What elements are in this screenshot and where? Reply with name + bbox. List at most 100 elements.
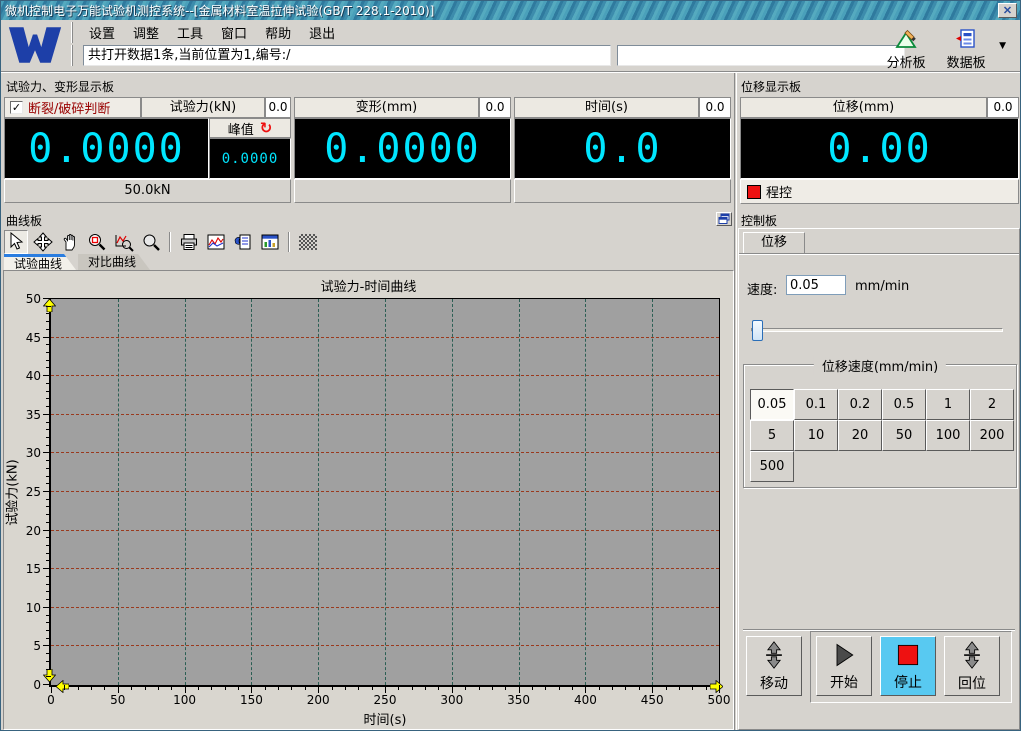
- program-control-indicator: [747, 185, 761, 199]
- v-gridline: [118, 299, 119, 685]
- x-minor-tick: [545, 685, 546, 690]
- menu-item-0[interactable]: 设置: [81, 21, 123, 44]
- speed-option-200[interactable]: 200: [970, 420, 1014, 451]
- fracture-checkbox[interactable]: ✓: [10, 101, 23, 114]
- start-button[interactable]: 开始: [816, 636, 872, 696]
- speed-option-500[interactable]: 500: [750, 451, 794, 482]
- x-axis-label: 时间(s): [51, 709, 719, 728]
- y-minor-tick: [46, 661, 51, 662]
- zoom-curve-icon[interactable]: [112, 230, 136, 254]
- fracture-check-row[interactable]: ✓ 断裂/破碎判断: [4, 97, 141, 118]
- x-minor-tick: [692, 685, 693, 690]
- v-gridline: [452, 299, 453, 685]
- y-minor-tick: [46, 514, 51, 515]
- curve-style-icon[interactable]: [204, 230, 228, 254]
- y-minor-tick: [46, 391, 51, 392]
- x-minor-tick: [599, 685, 600, 690]
- menu-item-2[interactable]: 工具: [169, 21, 211, 44]
- speed-option-10[interactable]: 10: [794, 420, 838, 451]
- speed-slider-handle[interactable]: [752, 320, 763, 341]
- displacement-aux-value: 0.0: [987, 97, 1019, 118]
- x-tick: [51, 685, 52, 693]
- x-tick-label: 200: [307, 694, 330, 706]
- peak-refresh-icon[interactable]: ↻: [260, 121, 273, 135]
- curve-restore-button[interactable]: [716, 212, 732, 226]
- x-tick: [452, 685, 453, 693]
- speed-option-0.5[interactable]: 0.5: [882, 389, 926, 420]
- x-tick: [585, 685, 586, 693]
- speed-option-50[interactable]: 50: [882, 420, 926, 451]
- speed-option-0.05[interactable]: 0.05: [750, 389, 794, 420]
- x-tick-label: 350: [507, 694, 530, 706]
- x-minor-tick: [91, 685, 92, 690]
- x-minor-tick: [625, 685, 626, 690]
- stop-button-label: 停止: [894, 672, 922, 692]
- speed-option-0.2[interactable]: 0.2: [838, 389, 882, 420]
- menu-item-4[interactable]: 帮助: [257, 21, 299, 44]
- peak-bar: 峰值 ↻: [209, 118, 291, 138]
- mode-bar: 程控: [740, 179, 1019, 204]
- chart-area: 试验力-时间曲线 试验力(kN) 时间(s) 05101520253035404…: [3, 270, 734, 730]
- time-display: 0.0: [514, 118, 731, 179]
- analysis-board-button[interactable]: 分析板: [879, 27, 933, 71]
- speed-option-1[interactable]: 1: [926, 389, 970, 420]
- y-minor-tick: [46, 367, 51, 368]
- curve-tab-1[interactable]: 对比曲线: [78, 254, 150, 270]
- speed-input[interactable]: [786, 275, 846, 295]
- select-cursor-icon[interactable]: [4, 230, 28, 254]
- curve-tab-0[interactable]: 试验曲线: [4, 254, 76, 270]
- menu-item-5[interactable]: 退出: [301, 21, 343, 44]
- y-minor-tick: [46, 653, 51, 654]
- x-minor-tick: [706, 685, 707, 690]
- menu-item-1[interactable]: 调整: [125, 21, 167, 44]
- plot-area[interactable]: 试验力(kN) 时间(s) 05101520253035404550050100…: [49, 298, 720, 687]
- deform-display: 0.0000: [294, 118, 511, 179]
- x-tick: [251, 685, 252, 693]
- data-board-button[interactable]: 数据板: [939, 27, 993, 71]
- x-minor-tick: [479, 685, 480, 690]
- y-minor-tick: [46, 360, 51, 361]
- close-button[interactable]: ✕: [998, 3, 1017, 18]
- stop-button[interactable]: 停止: [880, 636, 936, 696]
- deform-foot: [294, 179, 511, 203]
- data-clip-icon[interactable]: [231, 230, 255, 254]
- y-tick-label: 20: [26, 525, 41, 537]
- speed-option-5[interactable]: 5: [750, 420, 794, 451]
- y-minor-tick: [46, 306, 51, 307]
- x-minor-tick: [291, 685, 292, 690]
- speed-option-20[interactable]: 20: [838, 420, 882, 451]
- y-tick-label: 40: [26, 370, 41, 382]
- zoom-box-icon[interactable]: [85, 230, 109, 254]
- force-display: 0.0000: [4, 118, 209, 179]
- speed-slider-track[interactable]: [751, 328, 1003, 332]
- status-grip: [71, 45, 73, 66]
- pan-hand-icon[interactable]: [58, 230, 82, 254]
- y-tick: [43, 568, 51, 569]
- home-button[interactable]: 回位: [944, 636, 1000, 696]
- title-bar[interactable]: 微机控制电子万能试验机测控系统--[金属材料室温拉伸试验(GB/T 228.1-…: [1, 1, 1020, 20]
- speed-option-2[interactable]: 2: [970, 389, 1014, 420]
- move-cross-icon[interactable]: [31, 230, 55, 254]
- x-minor-tick: [345, 685, 346, 690]
- speed-option-0.1[interactable]: 0.1: [794, 389, 838, 420]
- tab-displacement[interactable]: 位移: [743, 232, 805, 253]
- dither-grid-icon[interactable]: [296, 230, 320, 254]
- move-button[interactable]: 移动: [746, 636, 802, 696]
- x-minor-tick: [639, 685, 640, 690]
- display-panel-title: 试验力、变形显示板: [6, 78, 114, 95]
- y-tick-label: 45: [26, 332, 41, 344]
- y-tick-label: 35: [26, 409, 41, 421]
- menu-item-3[interactable]: 窗口: [213, 21, 255, 44]
- x-tick-label: 400: [574, 694, 597, 706]
- x-minor-tick: [131, 685, 132, 690]
- app-window: 微机控制电子万能试验机测控系统--[金属材料室温拉伸试验(GB/T 228.1-…: [0, 0, 1021, 731]
- panel-window-icon[interactable]: [258, 230, 282, 254]
- magnifier-icon[interactable]: [139, 230, 163, 254]
- toolbar-dropdown-arrow[interactable]: ▼: [999, 41, 1006, 51]
- app-logo: [4, 22, 66, 68]
- printer-icon[interactable]: [177, 230, 201, 254]
- x-minor-tick: [666, 685, 667, 690]
- speed-option-100[interactable]: 100: [926, 420, 970, 451]
- status-info-field: 共打开数据1条,当前位置为1,编号:/: [83, 45, 611, 66]
- x-minor-tick: [305, 685, 306, 690]
